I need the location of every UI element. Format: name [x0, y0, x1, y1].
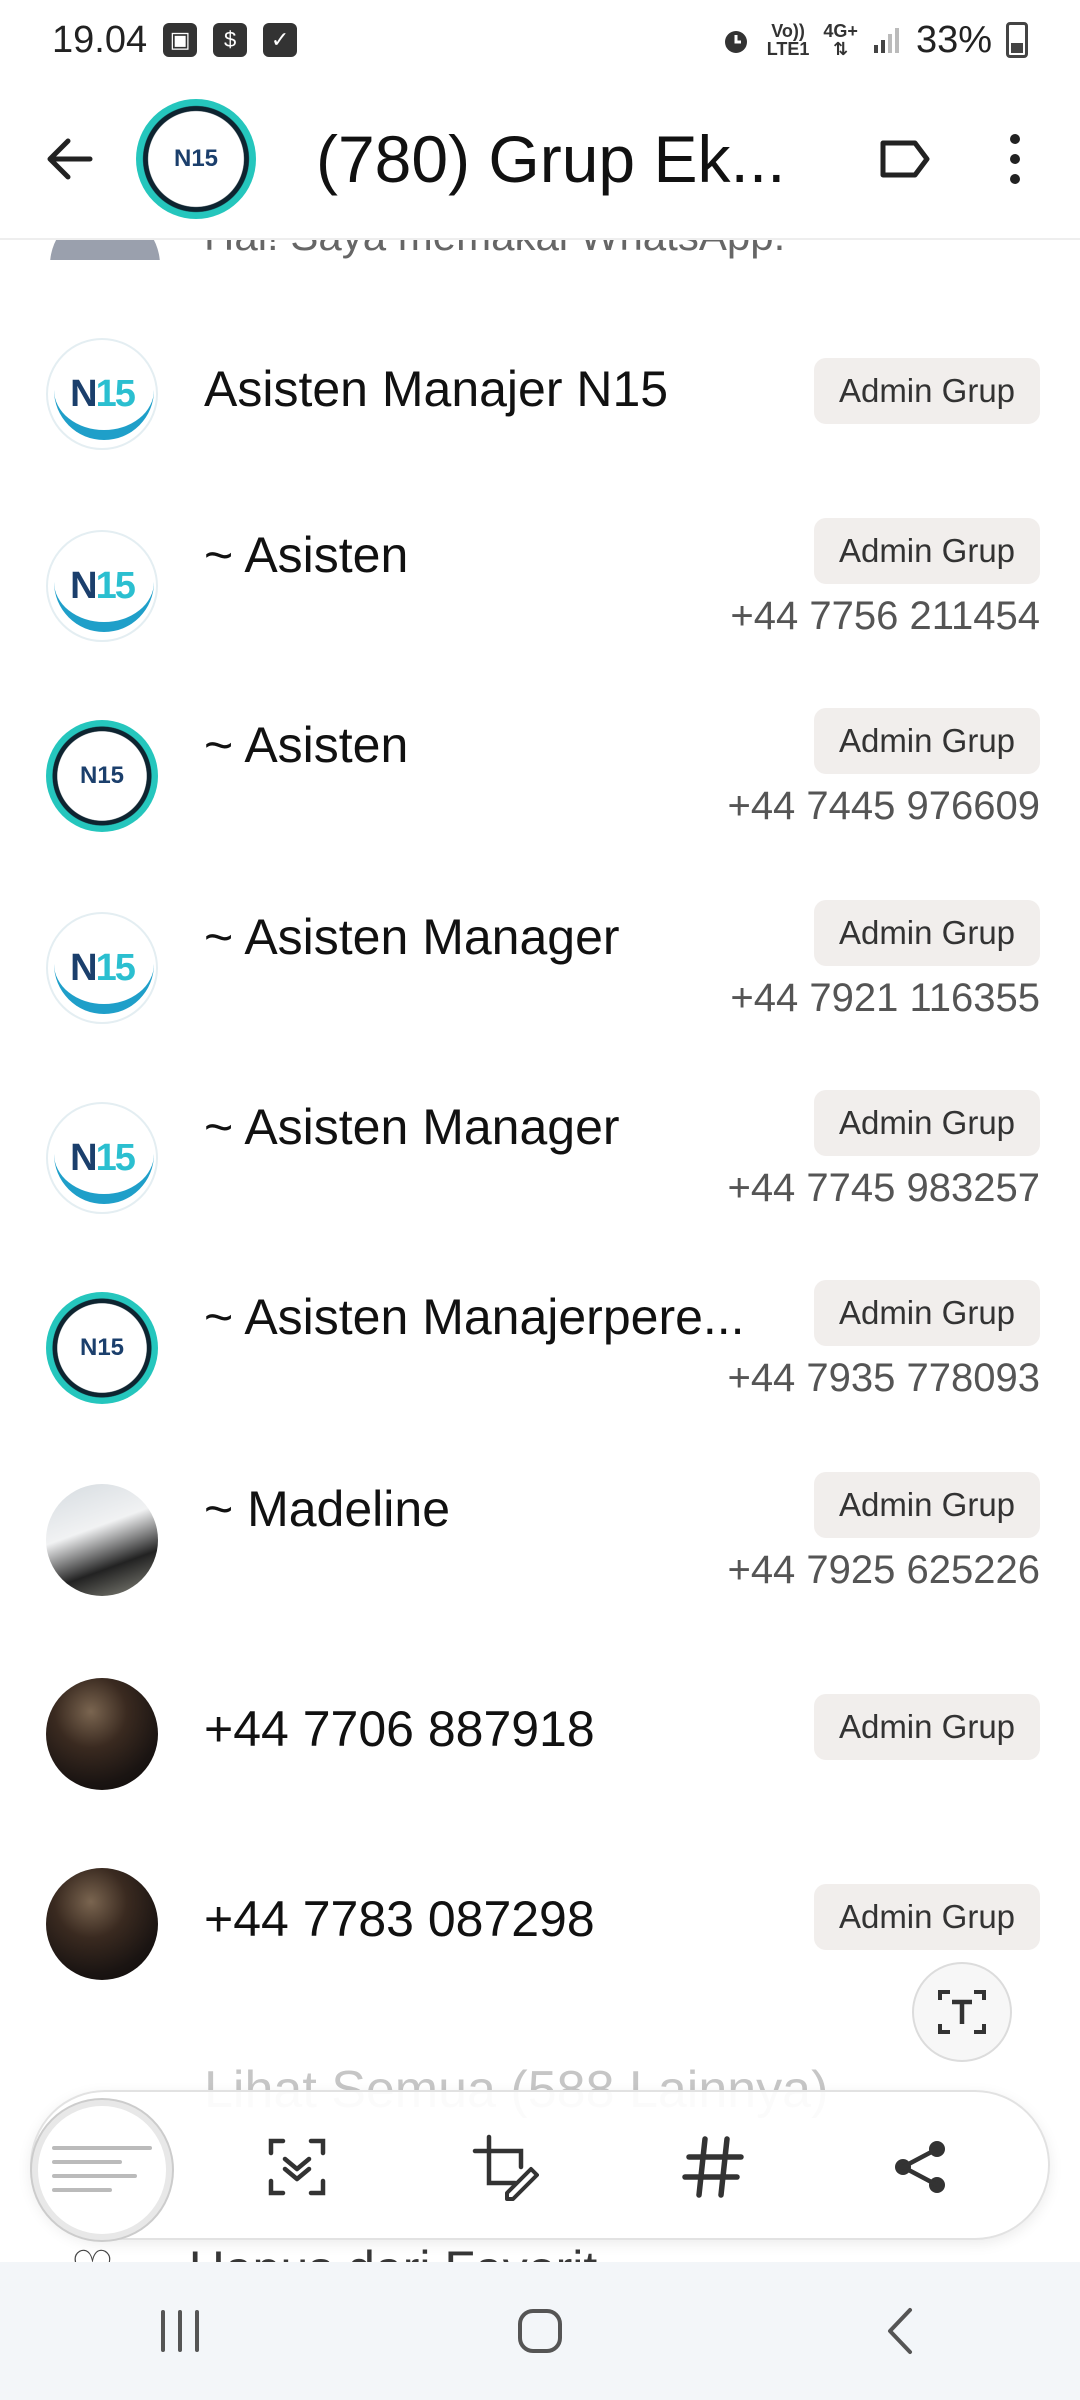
hashtag-icon — [682, 2136, 744, 2198]
member-row[interactable]: N15 ~ Asisten Admin Grup +44 7445 976609 — [0, 678, 1080, 868]
member-phone: +44 7745 983257 — [727, 1166, 1040, 1210]
home-button[interactable] — [480, 2281, 600, 2381]
avatar: N15 — [46, 338, 158, 450]
status-left: 19.04 ▣ $ ✓ — [52, 18, 298, 62]
member-phone: +44 7921 116355 — [730, 976, 1040, 1020]
admin-badge: Admin Grup — [814, 1472, 1040, 1538]
member-name: +44 7706 887918 — [204, 1701, 595, 1757]
hashtag-button[interactable] — [668, 2122, 758, 2212]
avatar — [46, 1678, 158, 1790]
shopping-bag-icon: $ — [213, 23, 248, 57]
status-time: 19.04 — [52, 18, 148, 61]
avatar: N15 — [46, 720, 158, 832]
admin-badge: Admin Grup — [814, 1090, 1040, 1156]
member-name: Asisten Manajer N15 — [204, 361, 669, 417]
member-row[interactable]: ~ Madeline Admin Grup +44 7925 625226 — [0, 1442, 1080, 1632]
member-name: +44 7783 087298 — [204, 1891, 595, 1947]
member-name: ~ Asisten — [204, 717, 409, 773]
avatar — [46, 1484, 158, 1596]
group-title[interactable]: (780) Grup Ek... — [316, 121, 786, 197]
extract-text-button[interactable] — [912, 1962, 1012, 2062]
avatar: N15 — [46, 530, 158, 642]
back-nav-button[interactable] — [840, 2281, 960, 2381]
admin-badge: Admin Grup — [814, 900, 1040, 966]
label-button[interactable] — [870, 124, 940, 194]
member-phone: +44 7925 625226 — [727, 1548, 1040, 1592]
battery-icon — [1006, 22, 1028, 58]
member-name: ~ Asisten Manager — [204, 909, 620, 965]
screenshot-thumbnail[interactable] — [32, 2100, 172, 2240]
share-button[interactable] — [876, 2122, 966, 2212]
recent-apps-icon — [161, 2310, 199, 2352]
more-options-button[interactable] — [980, 124, 1050, 194]
member-name: ~ Asisten Manager — [204, 1099, 620, 1155]
volte-indicator: Vo)) LTE1 — [766, 21, 810, 59]
battery-percent: 33% — [915, 18, 992, 61]
signal-icon — [873, 28, 899, 53]
chat-header: N15 (780) Grup Ek... — [0, 80, 1080, 240]
home-icon — [518, 2309, 562, 2353]
scroll-capture-button[interactable] — [252, 2122, 342, 2212]
admin-badge: Admin Grup — [814, 708, 1040, 774]
member-phone: +44 7935 778093 — [727, 1356, 1040, 1400]
back-arrow-icon — [47, 138, 93, 180]
status-right: Vo)) LTE1 4G+ ⇅ 33% — [719, 19, 1028, 62]
system-nav-bar — [0, 2262, 1080, 2400]
label-icon — [880, 140, 930, 178]
member-phone: +44 7445 976609 — [727, 784, 1040, 828]
member-name: ~ Asisten Manajerpere... — [204, 1289, 745, 1345]
member-row[interactable]: N15 ~ Asisten Admin Grup +44 7756 211454 — [0, 488, 1080, 678]
member-row[interactable]: N15 ~ Asisten Manager Admin Grup +44 792… — [0, 870, 1080, 1060]
more-vertical-icon — [1010, 134, 1020, 184]
mobile-data-indicator: 4G+ ⇅ — [823, 21, 858, 59]
admin-badge: Admin Grup — [814, 1884, 1040, 1950]
back-chevron-icon — [888, 2308, 912, 2354]
admin-badge: Admin Grup — [814, 518, 1040, 584]
member-name: ~ Madeline — [204, 1481, 450, 1537]
header-actions — [870, 124, 1050, 194]
text-extract-icon — [938, 1990, 986, 2034]
admin-badge: Admin Grup — [814, 358, 1040, 424]
member-row[interactable]: +44 7706 887918 Admin Grup — [0, 1636, 1080, 1826]
crop-edit-icon — [472, 2134, 539, 2201]
member-row[interactable]: N15 ~ Asisten Manajerpere... Admin Grup … — [0, 1250, 1080, 1440]
admin-badge: Admin Grup — [814, 1280, 1040, 1346]
checkbox-icon: ✓ — [263, 23, 298, 57]
alarm-icon — [724, 31, 747, 53]
crop-edit-button[interactable] — [460, 2122, 550, 2212]
member-name: ~ Asisten — [204, 527, 409, 583]
member-row[interactable]: N15 ~ Asisten Manager Admin Grup +44 774… — [0, 1060, 1080, 1250]
back-button[interactable] — [20, 109, 120, 209]
screenshot-toolbar — [30, 2090, 1050, 2240]
avatar: N15 — [46, 1292, 158, 1404]
status-bar: 19.04 ▣ $ ✓ Vo)) LTE1 4G+ ⇅ 33% — [0, 0, 1080, 80]
gallery-icon: ▣ — [163, 23, 198, 57]
avatar: N15 — [46, 1102, 158, 1214]
admin-badge: Admin Grup — [814, 1694, 1040, 1760]
member-phone: +44 7756 211454 — [730, 594, 1040, 638]
recent-apps-button[interactable] — [120, 2281, 240, 2381]
group-avatar[interactable]: N15 — [136, 99, 256, 219]
avatar — [46, 1868, 158, 1980]
scan-icon — [268, 2138, 326, 2196]
avatar: N15 — [46, 912, 158, 1024]
share-icon — [895, 2141, 945, 2193]
member-row[interactable]: N15 Asisten Manajer N15 Admin Grup — [0, 296, 1080, 486]
